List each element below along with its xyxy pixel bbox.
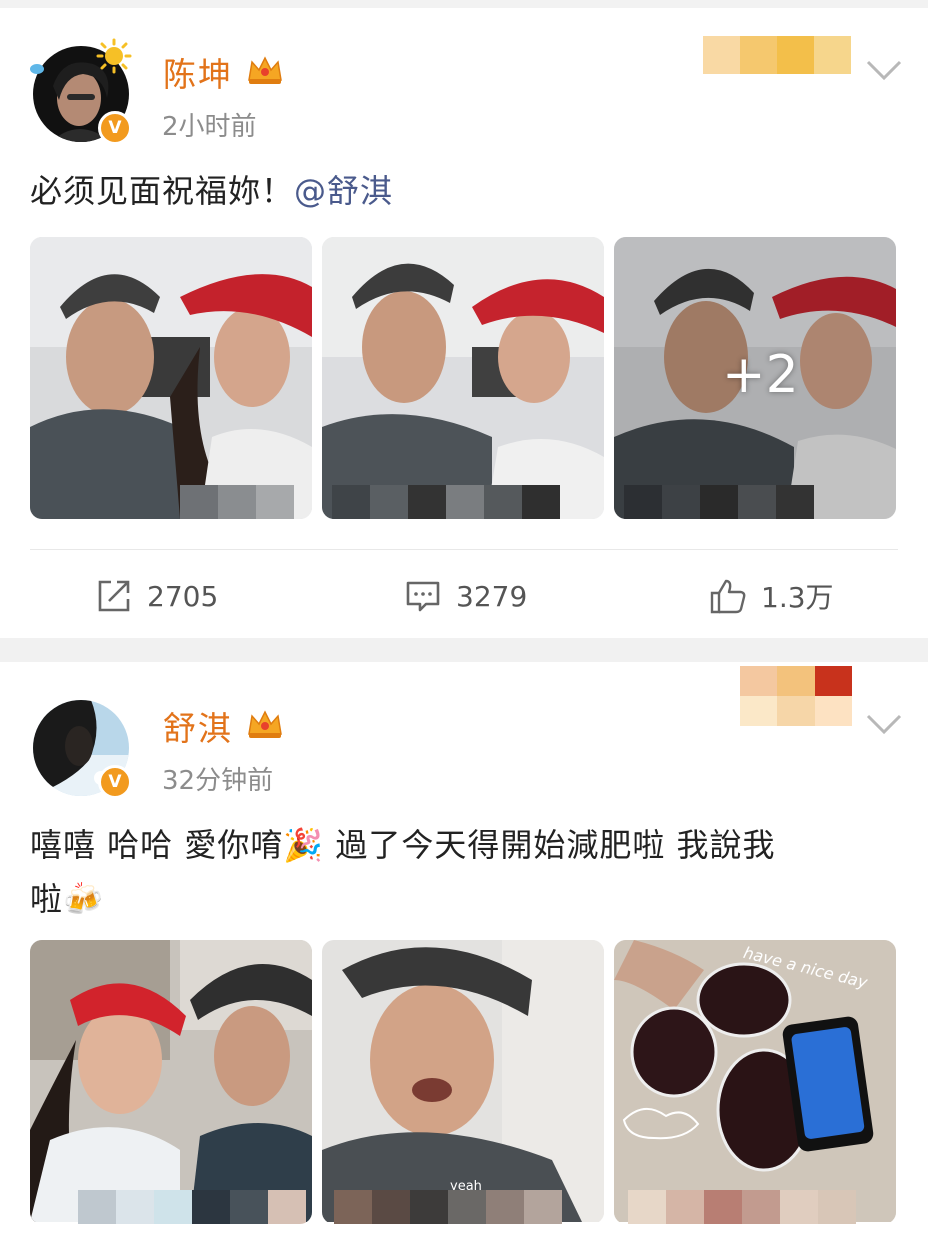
comment-icon bbox=[406, 581, 440, 612]
repost-button[interactable]: 2705 bbox=[95, 576, 218, 616]
post-photo[interactable] bbox=[322, 237, 604, 519]
watermark-mosaic bbox=[332, 485, 560, 519]
feed-post: V 陈坤 2小时前 必须见面祝福妳！@舒淇 +2 2705 3279 1.3万 bbox=[0, 8, 928, 638]
like-button[interactable]: 1.3万 bbox=[709, 576, 834, 616]
like-icon bbox=[710, 579, 746, 614]
watermark-mosaic bbox=[624, 485, 814, 519]
like-count: 1.3万 bbox=[761, 581, 834, 614]
post-text-main: 必须见面祝福妳！ bbox=[30, 172, 295, 210]
mention-link[interactable]: @舒淇 bbox=[294, 172, 393, 210]
watermark-mosaic bbox=[180, 485, 294, 519]
cloud-icon bbox=[30, 64, 44, 74]
post-text-line: 啦🍻 bbox=[30, 880, 104, 918]
comment-button[interactable]: 3279 bbox=[404, 576, 527, 616]
watermark-mosaic bbox=[628, 1190, 856, 1224]
chevron-down-icon[interactable] bbox=[864, 712, 904, 736]
repost-icon bbox=[98, 580, 130, 612]
chevron-down-icon[interactable] bbox=[864, 58, 904, 82]
repost-count: 2705 bbox=[147, 579, 219, 613]
post-text: 必须见面祝福妳！@舒淇 bbox=[30, 164, 890, 218]
post-text: 嘻嘻 哈哈 愛你唷🎉 過了今天得開始減肥啦 我說我 啦🍻 bbox=[30, 818, 890, 926]
verified-icon: V bbox=[98, 765, 132, 799]
sun-icon bbox=[96, 38, 132, 74]
watermark-mosaic bbox=[334, 1190, 562, 1224]
top-separator bbox=[0, 0, 928, 8]
crown-icon[interactable] bbox=[246, 708, 284, 740]
post-photo[interactable]: +2 bbox=[614, 237, 896, 519]
post-photo[interactable]: have a nice day bbox=[614, 940, 896, 1224]
post-separator bbox=[0, 638, 928, 662]
verified-icon: V bbox=[98, 111, 132, 145]
divider bbox=[30, 549, 898, 550]
feed-post: V 舒淇 32分钟前 嘻嘻 哈哈 愛你唷🎉 過了今天得開始減肥啦 我說我 啦🍻 bbox=[0, 662, 928, 1246]
blurred-badge bbox=[703, 36, 851, 74]
post-photo[interactable] bbox=[30, 940, 312, 1224]
post-time: 2小时前 bbox=[162, 112, 257, 142]
username[interactable]: 舒淇 bbox=[163, 702, 233, 750]
blurred-badge bbox=[740, 666, 852, 726]
post-text-line: 嘻嘻 哈哈 愛你唷🎉 過了今天得開始減肥啦 我說我 bbox=[30, 826, 776, 864]
watermark-mosaic bbox=[78, 1190, 306, 1224]
post-photo[interactable]: yeah bbox=[322, 940, 604, 1224]
crown-icon[interactable] bbox=[246, 54, 284, 86]
username[interactable]: 陈坤 bbox=[163, 48, 233, 96]
more-photos-count: +2 bbox=[722, 345, 799, 405]
post-photo[interactable] bbox=[30, 237, 312, 519]
post-time: 32分钟前 bbox=[162, 766, 274, 796]
comment-count: 3279 bbox=[456, 579, 528, 613]
